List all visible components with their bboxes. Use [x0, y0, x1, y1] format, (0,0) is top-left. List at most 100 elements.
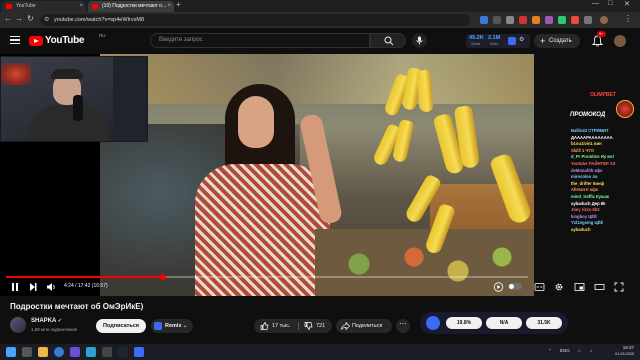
volume-icon[interactable]	[46, 282, 57, 292]
sponsor-badge-icon	[616, 100, 634, 118]
minimize-icon[interactable]: —	[592, 0, 599, 7]
share-button[interactable]: Поделиться	[336, 319, 392, 333]
next-icon[interactable]	[28, 282, 38, 292]
url-field[interactable]: ⚙ youtube.com/watch?v=sp4eWIrvxM8	[40, 14, 470, 26]
stats-app-icon[interactable]	[508, 37, 516, 45]
maximize-icon[interactable]: □	[608, 0, 612, 7]
back-icon[interactable]: ←	[4, 14, 12, 23]
chat-message: Allstarrrr кфк	[571, 187, 598, 193]
close-tab-icon[interactable]: ×	[167, 1, 171, 12]
play-circle-icon[interactable]	[493, 282, 504, 292]
subscribe-button[interactable]: Подписаться	[96, 319, 146, 333]
share-label: Поделиться	[352, 323, 383, 329]
clock-date[interactable]: 01.03.2025	[604, 352, 634, 356]
forward-icon[interactable]: →	[15, 14, 23, 23]
profile-avatar[interactable]	[600, 16, 608, 24]
chat-message: Joey rizzo 5k3	[571, 207, 600, 213]
chat-message: b1ou1ivin1 вин	[571, 141, 602, 147]
start-windows-icon[interactable]	[6, 347, 16, 357]
video-frame	[100, 54, 534, 296]
extension-icon[interactable]	[480, 16, 488, 24]
extension-stats-panel: 19.8% N/A 31.5K	[420, 312, 568, 334]
extension-icon[interactable]	[519, 16, 527, 24]
streamer-webcam	[0, 56, 148, 142]
clock-time[interactable]: 18:37	[604, 345, 634, 350]
search-icon[interactable]	[22, 347, 32, 357]
account-avatar[interactable]	[614, 35, 626, 47]
more-actions-button[interactable]: ⋯	[396, 319, 410, 333]
language-indicator[interactable]: ENG	[560, 348, 570, 353]
theater-mode-icon[interactable]	[594, 282, 605, 292]
channel-avatar[interactable]	[10, 317, 26, 333]
like-icon[interactable]	[260, 322, 269, 330]
close-tab-icon[interactable]: ×	[79, 1, 83, 12]
ext-stat-percent: 19.8%	[446, 317, 482, 329]
ext-stat-count: 31.5K	[526, 317, 562, 329]
extensions-puzzle-icon[interactable]	[584, 16, 592, 24]
file-explorer-icon[interactable]	[38, 347, 48, 357]
tray-arrow-icon[interactable]: ⌃	[548, 348, 552, 354]
fullscreen-icon[interactable]	[614, 282, 624, 292]
create-button[interactable]: + Создать	[534, 34, 580, 48]
subtitles-icon[interactable]	[534, 282, 545, 292]
youtube-header: YouTube RU Введите запрос 49.2K Views 2.…	[0, 28, 640, 54]
chevron-down-icon: ⌄	[183, 323, 188, 329]
hamburger-menu-icon[interactable]	[10, 36, 20, 45]
dislike-icon[interactable]	[304, 322, 313, 330]
ext-stat-na: N/A	[486, 317, 522, 329]
stats-widget: 49.2K Views 2.1M Subs ⚙	[466, 34, 530, 48]
site-info-icon[interactable]: ⚙	[44, 14, 49, 26]
miniplayer-icon[interactable]	[574, 282, 585, 292]
extension-icon[interactable]	[545, 16, 553, 24]
obs-icon[interactable]	[102, 347, 112, 357]
woman-face	[238, 96, 274, 148]
chat-message: d_Pr Promitos Ну вот	[571, 154, 615, 160]
stat-views-label: Views	[471, 42, 481, 46]
extension-icon[interactable]	[506, 16, 514, 24]
extension-icon[interactable]	[532, 16, 540, 24]
autoplay-toggle[interactable]	[508, 283, 522, 290]
time-display: 4:24 / 17:42 (16:57)	[64, 283, 108, 289]
search-button[interactable]	[370, 33, 406, 48]
chat-message: mirocoloo ла	[571, 174, 598, 180]
extension-icon[interactable]	[571, 16, 579, 24]
app-icon[interactable]	[134, 347, 144, 357]
new-tab-button[interactable]: +	[176, 0, 181, 9]
chat-message: ДААААРАААААААА	[571, 134, 613, 140]
dislike-count[interactable]: 721	[316, 319, 325, 333]
speaker-icon[interactable]: ♪	[590, 348, 592, 353]
browser-tab[interactable]: YouTube ×	[2, 1, 86, 12]
extension-icon[interactable]	[493, 16, 501, 24]
like-count[interactable]: 17 тыс.	[272, 319, 290, 333]
progress-bar[interactable]	[6, 274, 528, 280]
reload-icon[interactable]: ↻	[27, 14, 34, 23]
red-lamp	[1, 63, 31, 85]
browser-menu-icon[interactable]: ⋮	[624, 14, 632, 23]
voice-search-button[interactable]	[412, 33, 427, 48]
channel-name[interactable]: SHAPKA ✔	[31, 318, 62, 324]
extension-logo-icon[interactable]	[426, 316, 440, 330]
search-input[interactable]: Введите запрос	[150, 33, 370, 48]
stat-views: 49.2K	[469, 35, 484, 41]
chrome-icon[interactable]	[54, 347, 64, 357]
remix-button[interactable]: Remix ⌄	[151, 319, 193, 333]
telegram-icon[interactable]	[86, 347, 96, 357]
browser-tab-active[interactable]: (10) Подростки мечтают о... ×	[88, 1, 174, 12]
settings-gear-icon[interactable]	[554, 282, 564, 292]
market-awning	[100, 54, 534, 104]
extension-icon[interactable]	[558, 16, 566, 24]
network-icon[interactable]: ⌂	[578, 348, 581, 353]
sponsor-label: OLIMPBET	[590, 92, 616, 98]
steam-icon[interactable]	[118, 347, 128, 357]
url-text: youtube.com/watch?v=sp4eWIrvxM8	[54, 17, 145, 23]
settings-gear-icon[interactable]: ⚙	[519, 36, 524, 43]
pause-icon[interactable]	[10, 282, 20, 292]
progress-scrubber[interactable]	[159, 274, 166, 280]
address-bar-row: ← → ↻ ⚙ youtube.com/watch?v=sp4eWIrvxM8 …	[0, 12, 640, 28]
channel-name-text: SHAPKA	[31, 318, 57, 324]
progress-fill	[6, 276, 163, 278]
browser-tab-strip: YouTube × (10) Подростки мечтают о... × …	[0, 0, 640, 12]
discord-icon[interactable]	[70, 347, 80, 357]
remix-icon	[154, 322, 162, 330]
close-window-icon[interactable]: ✕	[624, 0, 630, 8]
